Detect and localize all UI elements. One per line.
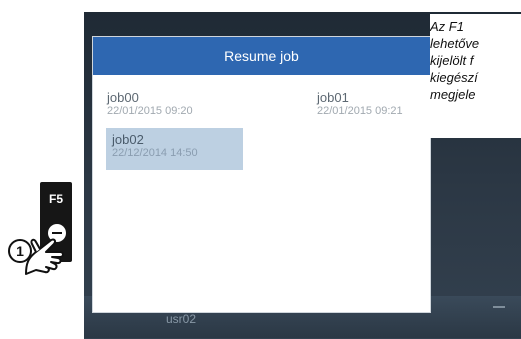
job-name: job01 bbox=[317, 90, 349, 105]
job-date: 22/01/2015 09:21 bbox=[317, 105, 403, 117]
job-item-job02[interactable]: job02 22/12/2014 14:50 bbox=[106, 128, 243, 170]
job-name: job02 bbox=[112, 132, 144, 147]
resume-job-dialog: Resume job job00 22/01/2015 09:20 job01 … bbox=[93, 37, 430, 312]
note-line: kijelölt f bbox=[430, 53, 474, 68]
note-line: Az F1 bbox=[430, 19, 464, 34]
user-label: usr02 bbox=[166, 312, 197, 326]
note-line: lehetőve bbox=[430, 36, 480, 51]
bottom-right-indicator-icon bbox=[493, 306, 505, 311]
step-number: 1 bbox=[16, 243, 24, 259]
note-line: megjele bbox=[430, 87, 476, 102]
instruction-note: Az F1 lehetőve kijelölt f kiegészí megje… bbox=[430, 14, 521, 138]
job-item-job01[interactable]: job01 22/01/2015 09:21 bbox=[311, 86, 433, 122]
job-date: 22/01/2015 09:20 bbox=[107, 105, 193, 117]
f5-key-label: F5 bbox=[48, 192, 63, 206]
job-date: 22/12/2014 14:50 bbox=[112, 147, 198, 159]
job-name: job00 bbox=[107, 90, 139, 105]
job-item-job00[interactable]: job00 22/01/2015 09:20 bbox=[101, 86, 273, 122]
pressing-hand-icon: 1 bbox=[8, 238, 64, 275]
note-line: kiegészí bbox=[430, 70, 478, 85]
dialog-title: Resume job bbox=[93, 37, 430, 75]
